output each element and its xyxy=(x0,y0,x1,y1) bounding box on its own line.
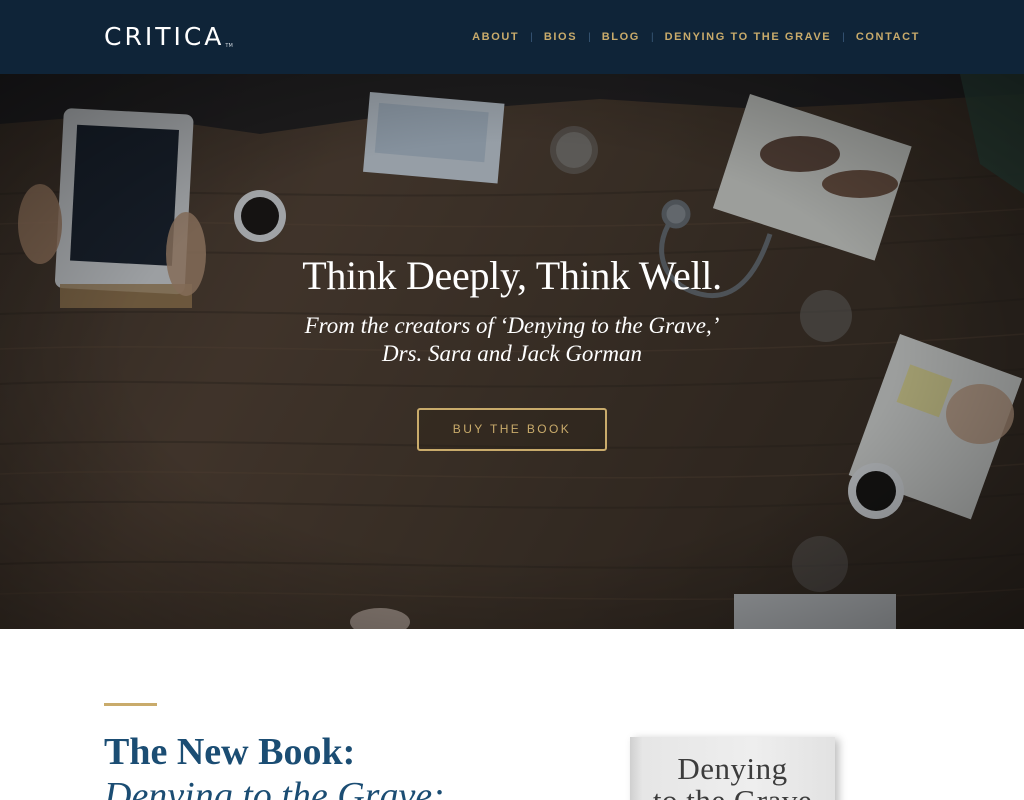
nav-separator: | xyxy=(650,31,654,43)
hero-subtitle-line-2: Drs. Sara and Jack Gorman xyxy=(381,341,642,366)
hero-subtitle-line-1: From the creators of ‘Denying to the Gra… xyxy=(304,313,720,338)
nav-bios[interactable]: BIOS xyxy=(544,31,577,43)
section-accent-divider xyxy=(104,703,157,706)
book-cover-title-line-2: to the Grave xyxy=(630,783,835,800)
nav-blog[interactable]: BLOG xyxy=(602,31,640,43)
book-cover-title-line-1: Denying xyxy=(677,751,788,786)
section-heading-book-title: Denying to the Grave: xyxy=(104,775,445,800)
hero-banner: Think Deeply, Think Well. From the creat… xyxy=(0,74,1024,629)
buy-the-book-button[interactable]: BUY THE BOOK xyxy=(417,408,607,451)
section-heading: The New Book: xyxy=(104,731,356,773)
nav-contact[interactable]: CONTACT xyxy=(856,31,920,43)
nav-separator: | xyxy=(530,31,533,43)
book-cover-image[interactable]: Denying to the Grave xyxy=(630,737,835,800)
nav-separator: | xyxy=(842,31,845,43)
nav-separator: | xyxy=(588,31,591,43)
main-nav: ABOUT | BIOS | BLOG | DENYING TO THE GRA… xyxy=(472,31,920,43)
critica-logo[interactable]: CRITICATM xyxy=(104,22,233,51)
hero-title: Think Deeply, Think Well. xyxy=(302,253,722,298)
site-header: CRITICATM ABOUT | BIOS | BLOG | DENYING … xyxy=(0,0,1024,74)
nav-denying-to-the-grave[interactable]: DENYING TO THE GRAVE xyxy=(665,31,832,43)
nav-about[interactable]: ABOUT xyxy=(472,31,519,43)
logo-trademark: TM xyxy=(225,43,233,49)
logo-text: CRITICA xyxy=(104,22,225,51)
